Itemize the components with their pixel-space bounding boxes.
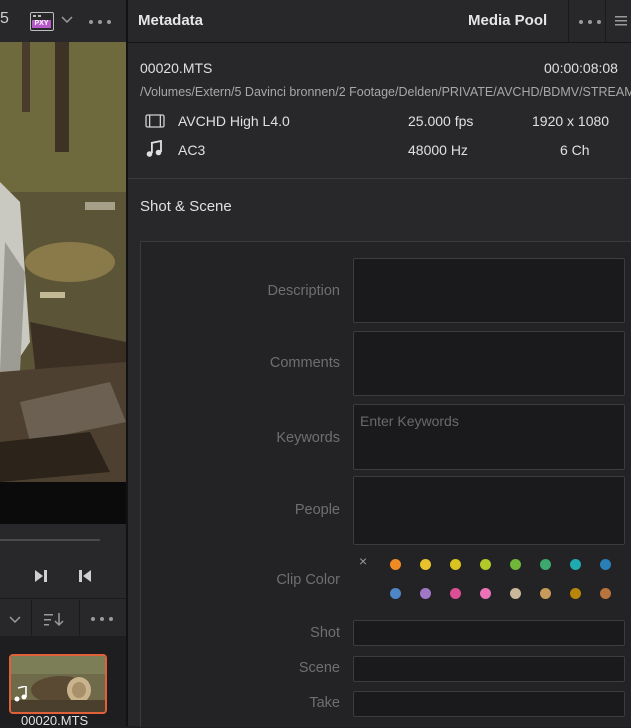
clip-color-swatch[interactable]	[480, 559, 491, 570]
more-icon[interactable]	[578, 19, 604, 25]
comments-label: Comments	[269, 355, 340, 371]
clear-icon[interactable]: ×	[359, 553, 367, 569]
music-note-icon	[14, 686, 27, 702]
keywords-placeholder: Enter Keywords	[360, 413, 459, 429]
clip-color-swatch[interactable]	[600, 588, 611, 599]
section-divider	[128, 178, 631, 179]
scrubber-bar[interactable]	[0, 539, 100, 541]
viewer-header: 5 PXY	[0, 0, 126, 43]
clip-color-swatch[interactable]	[510, 559, 521, 570]
shot-label: Shot	[310, 625, 340, 641]
keywords-field[interactable]: Enter Keywords	[353, 404, 625, 470]
description-field[interactable]	[353, 258, 625, 323]
people-field[interactable]	[353, 476, 625, 545]
section-title[interactable]: Shot & Scene	[140, 198, 232, 215]
clip-color-swatch[interactable]	[570, 588, 581, 599]
audio-codec: AC3	[178, 142, 206, 158]
take-field[interactable]	[353, 691, 625, 717]
play-to-end-icon[interactable]	[34, 569, 48, 583]
audio-rate: 48000 Hz	[408, 142, 468, 158]
chevron-down-icon[interactable]	[9, 614, 21, 624]
proxy-badge-icon[interactable]: PXY	[30, 12, 54, 31]
people-label: People	[294, 502, 340, 518]
description-label: Description	[267, 283, 340, 299]
clip-thumbnail[interactable]	[9, 654, 107, 714]
video-fps: 25.000 fps	[408, 113, 474, 129]
take-label: Take	[309, 695, 340, 711]
clip-color-swatch[interactable]	[510, 588, 521, 599]
clip-color-swatch[interactable]	[540, 559, 551, 570]
metadata-header: Metadata Media Pool	[128, 0, 631, 43]
music-note-icon	[146, 140, 162, 157]
clip-color-label: Clip Color	[276, 572, 340, 588]
media-pool-tab[interactable]: Media Pool	[468, 12, 547, 29]
clip-color-swatch[interactable]	[450, 559, 461, 570]
comments-field[interactable]	[353, 331, 625, 396]
clip-duration: 00:00:08:08	[544, 60, 618, 76]
clip-color-swatch[interactable]	[570, 559, 581, 570]
go-to-start-icon[interactable]	[78, 569, 92, 583]
scene-field[interactable]	[353, 656, 625, 682]
more-icon[interactable]	[88, 19, 114, 25]
clip-color-swatch[interactable]	[450, 588, 461, 599]
video-resolution: 1920 x 1080	[532, 113, 610, 129]
keywords-label: Keywords	[276, 430, 340, 446]
sort-icon[interactable]	[43, 611, 67, 627]
list-icon[interactable]	[614, 14, 628, 28]
shot-field[interactable]	[353, 620, 625, 646]
film-icon	[145, 114, 165, 128]
clip-color-swatch[interactable]	[480, 588, 491, 599]
clip-name: 00020.MTS	[140, 60, 213, 76]
panel-title: Metadata	[138, 12, 204, 29]
clip-color-swatch[interactable]	[390, 588, 401, 599]
video-codec: AVCHD High L4.0	[178, 113, 290, 129]
viewer-frame-image	[0, 42, 126, 482]
scene-label: Scene	[298, 660, 340, 676]
more-icon[interactable]	[90, 616, 116, 622]
clip-color-swatch[interactable]	[420, 559, 431, 570]
truncated-text: 5	[0, 10, 9, 27]
clip-color-swatch[interactable]	[420, 588, 431, 599]
clip-color-swatch[interactable]	[540, 588, 551, 599]
clip-color-swatch[interactable]	[600, 559, 611, 570]
chevron-down-icon[interactable]	[61, 14, 73, 24]
clip-path: /Volumes/Extern/5 Davinci bronnen/2 Foot…	[140, 85, 631, 99]
audio-channels: 6 Ch	[560, 142, 590, 158]
clip-color-swatch[interactable]	[390, 559, 401, 570]
proxy-label: PXY	[32, 20, 51, 28]
